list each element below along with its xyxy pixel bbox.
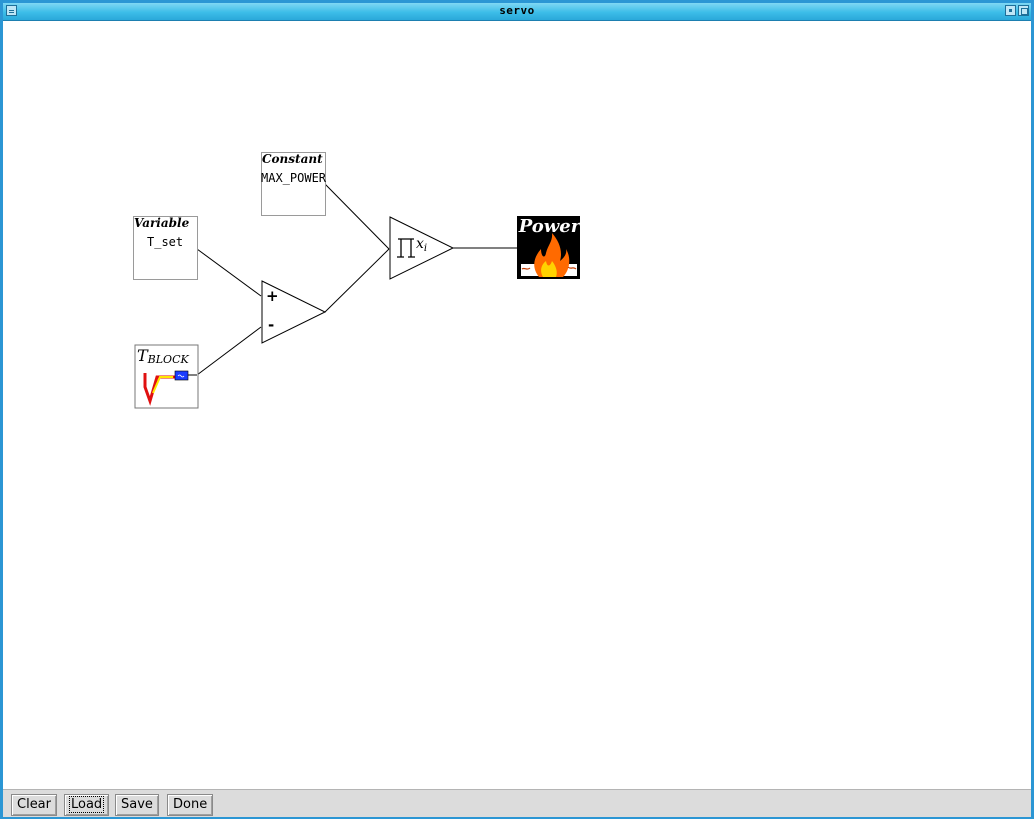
clear-button-label: Clear: [17, 797, 51, 812]
wire-sum-to-product: [324, 248, 390, 313]
tblock-label-subscript: BLOCK: [147, 353, 189, 366]
maximize-icon[interactable]: [1018, 5, 1029, 16]
constant-block-title: Constant: [262, 152, 323, 166]
wire-constant-to-product: [324, 183, 390, 250]
servo-window: servo Constant MAX_POWER Variable T_set …: [0, 0, 1034, 819]
clear-button[interactable]: Clear: [11, 794, 57, 816]
variable-block[interactable]: Variable T_set: [133, 216, 198, 280]
wire-variable-to-sum: [196, 248, 262, 297]
button-bar: Clear Load Save Done: [3, 789, 1031, 817]
sum-minus-label: -: [268, 316, 275, 334]
diagram-canvas[interactable]: Constant MAX_POWER Variable T_set + - xi…: [3, 21, 1031, 789]
window-title: servo: [499, 4, 535, 17]
power-block-label: Power: [518, 216, 581, 237]
minimize-icon[interactable]: [1005, 5, 1016, 16]
save-button[interactable]: Save: [115, 794, 159, 816]
load-button[interactable]: Load: [64, 794, 110, 816]
done-button-label: Done: [173, 797, 208, 812]
titlebar[interactable]: servo: [3, 3, 1031, 21]
constant-block[interactable]: Constant MAX_POWER: [261, 152, 326, 216]
diagram-svg: [134, 183, 580, 409]
sum-plus-label: +: [266, 287, 279, 305]
wire-tblock-to-sum: [196, 326, 262, 376]
done-button[interactable]: Done: [167, 794, 214, 816]
tblock-label: TBLOCK: [137, 346, 189, 366]
load-button-label: Load: [68, 796, 105, 813]
variable-block-value: T_set: [147, 235, 184, 249]
product-label: xi: [416, 236, 428, 254]
constant-block-value: MAX_POWER: [261, 171, 327, 185]
power-block[interactable]: Power: [517, 216, 581, 279]
tblock-label-main: T: [137, 346, 148, 365]
variable-block-title: Variable: [134, 216, 190, 230]
save-button-label: Save: [121, 797, 153, 812]
